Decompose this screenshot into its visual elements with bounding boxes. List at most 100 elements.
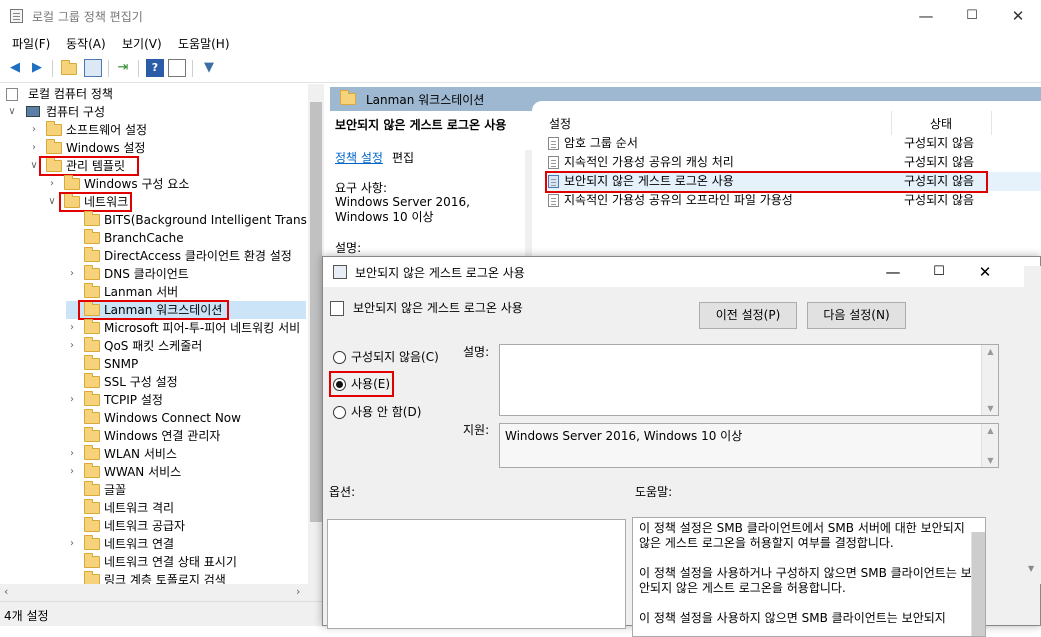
tree-item-network-child[interactable]: Windows 연결 관리자 xyxy=(66,427,306,445)
scroll-down-icon[interactable]: ▼ xyxy=(982,404,999,413)
tree-item-root[interactable]: 로컬 컴퓨터 정책 xyxy=(6,85,306,103)
tree-item-network-child[interactable]: BranchCache xyxy=(66,229,306,247)
scroll-right-icon[interactable]: › xyxy=(296,585,300,598)
policy-dialog: 보안되지 않은 게스트 로그온 사용 — ☐ ✕ 보안되지 않은 게스트 로그온… xyxy=(322,256,1041,637)
tree-item-network-child[interactable]: BITS(Background Intelligent Transfer S xyxy=(66,211,307,229)
scroll-left-icon[interactable]: ‹ xyxy=(4,585,8,598)
tree-item-network-child[interactable]: 네트워크 연결 상태 표시기 xyxy=(66,553,306,571)
right-pane-scrollbar[interactable]: ▼ xyxy=(1024,266,1041,584)
radio-not-configured[interactable]: 구성되지 않음(C) xyxy=(333,348,463,368)
next-setting-button[interactable]: 다음 설정(N) xyxy=(807,302,906,329)
tree-item-network-child[interactable]: › Microsoft 피어-투-피어 네트워킹 서비 xyxy=(66,319,306,337)
policy-editor-icon xyxy=(10,9,23,23)
highlight-box xyxy=(39,156,139,176)
up-folder-icon[interactable] xyxy=(60,59,78,77)
tree-item-network-child[interactable]: › QoS 패킷 스케줄러 xyxy=(66,337,306,355)
list-item[interactable]: 지속적인 가용성 공유의 캐싱 처리 구성되지 않음 xyxy=(548,153,988,172)
scroll-down-icon[interactable]: ▼ xyxy=(982,456,999,465)
maximize-button[interactable]: ☐ xyxy=(949,0,995,32)
tree-item-label: WLAN 서비스 xyxy=(104,447,177,461)
dialog-maximize-button[interactable]: ☐ xyxy=(916,257,962,287)
description-title: 보안되지 않은 게스트 로그온 사용 xyxy=(335,118,507,132)
tree-item-network-child[interactable]: › 네트워크 연결 xyxy=(66,535,306,553)
tree-item-network-child[interactable]: DirectAccess 클라이언트 환경 설정 xyxy=(66,247,306,265)
scroll-up-icon[interactable]: ▲ xyxy=(982,426,999,435)
tree-item-windows-settings[interactable]: › Windows 설정 xyxy=(28,139,307,157)
tree-item-network-child[interactable]: 네트워크 격리 xyxy=(66,499,306,517)
column-header-state[interactable]: 상태 xyxy=(930,115,952,132)
chevron-right-icon[interactable]: › xyxy=(66,337,78,355)
chevron-right-icon[interactable]: › xyxy=(28,139,40,157)
chevron-down-icon[interactable]: ∨ xyxy=(6,103,18,121)
tree-item-network-child[interactable]: 네트워크 공급자 xyxy=(66,517,306,535)
highlight-box xyxy=(59,192,132,212)
close-button[interactable]: ✕ xyxy=(995,0,1041,32)
radio-circle[interactable] xyxy=(333,406,346,419)
previous-setting-button[interactable]: 이전 설정(P) xyxy=(699,302,797,329)
folder-icon xyxy=(46,139,62,154)
export-icon[interactable]: ⇥ xyxy=(114,59,132,77)
list-item[interactable]: 암호 그룹 순서 구성되지 않음 xyxy=(548,134,988,153)
scroll-up-icon[interactable]: ▲ xyxy=(982,347,999,356)
chevron-down-icon[interactable]: ∨ xyxy=(46,193,58,211)
options-label: 옵션: xyxy=(329,485,356,499)
dialog-close-button[interactable]: ✕ xyxy=(962,257,1008,287)
tree-scroll-thumb[interactable] xyxy=(310,102,322,522)
folder-icon xyxy=(84,499,100,514)
tree-item-network-child[interactable]: Lanman 서버 xyxy=(66,283,306,301)
minimize-button[interactable]: — xyxy=(903,0,949,32)
scroll-down-icon[interactable]: ▼ xyxy=(1028,564,1034,573)
tree-item-network-child[interactable]: 링크 계층 토폴로지 검색 xyxy=(66,571,306,584)
help-icon[interactable]: ? xyxy=(146,59,164,77)
folder-icon xyxy=(84,409,100,424)
tree-item-network-child[interactable]: Windows Connect Now xyxy=(66,409,306,427)
chevron-right-icon[interactable]: › xyxy=(66,535,78,553)
tree-item-windows-components[interactable]: › Windows 구성 요소 xyxy=(46,175,306,193)
supported-scrollbar[interactable]: ▲ ▼ xyxy=(981,424,998,467)
chevron-right-icon[interactable]: › xyxy=(66,319,78,337)
tree-item-network-child[interactable]: › TCPIP 설정 xyxy=(66,391,306,409)
edit-policy-link[interactable]: 정책 설정 xyxy=(335,149,383,166)
menu-action[interactable]: 동작(A) xyxy=(66,35,106,52)
tree-item-network-child[interactable]: SNMP xyxy=(66,355,306,373)
help-scrollbar[interactable] xyxy=(971,532,985,636)
chevron-right-icon[interactable]: › xyxy=(28,121,40,139)
column-header-setting[interactable]: 설정 xyxy=(549,115,571,132)
chevron-right-icon[interactable]: › xyxy=(66,445,78,463)
list-item[interactable]: 지속적인 가용성 공유의 오프라인 파일 가용성 구성되지 않음 xyxy=(548,191,988,210)
tree-item-label: 네트워크 공급자 xyxy=(104,519,186,533)
show-tree-icon[interactable] xyxy=(84,59,102,77)
computer-icon xyxy=(26,106,40,117)
comment-scrollbar[interactable]: ▲ ▼ xyxy=(981,345,998,415)
radio-disabled[interactable]: 사용 안 함(D) xyxy=(333,403,453,423)
folder-icon xyxy=(84,265,100,280)
status-text: 4개 설정 xyxy=(4,609,49,623)
tree-item-software[interactable]: › 소프트웨어 설정 xyxy=(28,121,307,139)
tree-item-network-child[interactable]: › DNS 클라이언트 xyxy=(66,265,306,283)
filter-icon[interactable]: ▼ xyxy=(200,59,218,77)
help-panel: 이 정책 설정은 SMB 클라이언트에서 SMB 서버에 대한 보안되지 않은 … xyxy=(632,517,986,637)
back-arrow-icon[interactable]: ◀ xyxy=(6,59,24,77)
radio-circle[interactable] xyxy=(333,351,346,364)
tree-item-label: SNMP xyxy=(104,357,139,371)
menu-help[interactable]: 도움말(H) xyxy=(178,35,230,52)
chevron-right-icon[interactable]: › xyxy=(66,391,78,409)
properties-icon[interactable] xyxy=(168,59,186,77)
chevron-right-icon[interactable]: › xyxy=(46,175,58,193)
comment-label: 설명: xyxy=(463,345,490,359)
tree-item-network-child[interactable]: › WWAN 서비스 xyxy=(66,463,306,481)
dialog-minimize-button[interactable]: — xyxy=(870,257,916,287)
tree-item-network-child[interactable]: › WLAN 서비스 xyxy=(66,445,306,463)
comment-textarea[interactable]: ▲ ▼ xyxy=(499,344,999,416)
tree-horizontal-scrollbar[interactable]: ‹ › xyxy=(0,584,324,601)
tree-item-network-child[interactable]: SSL 구성 설정 xyxy=(66,373,306,391)
tree-item-computer[interactable]: ∨ 컴퓨터 구성 xyxy=(6,103,306,121)
tree-item-network-child[interactable]: 글꼴 xyxy=(66,481,306,499)
menu-file[interactable]: 파일(F) xyxy=(12,35,50,52)
chevron-right-icon[interactable]: › xyxy=(66,463,78,481)
chevron-right-icon[interactable]: › xyxy=(66,265,78,283)
menu-view[interactable]: 보기(V) xyxy=(122,35,162,52)
folder-icon xyxy=(84,391,100,406)
forward-arrow-icon[interactable]: ▶ xyxy=(28,59,46,77)
tree-item-label: BITS(Background Intelligent Transfer S xyxy=(104,213,307,227)
